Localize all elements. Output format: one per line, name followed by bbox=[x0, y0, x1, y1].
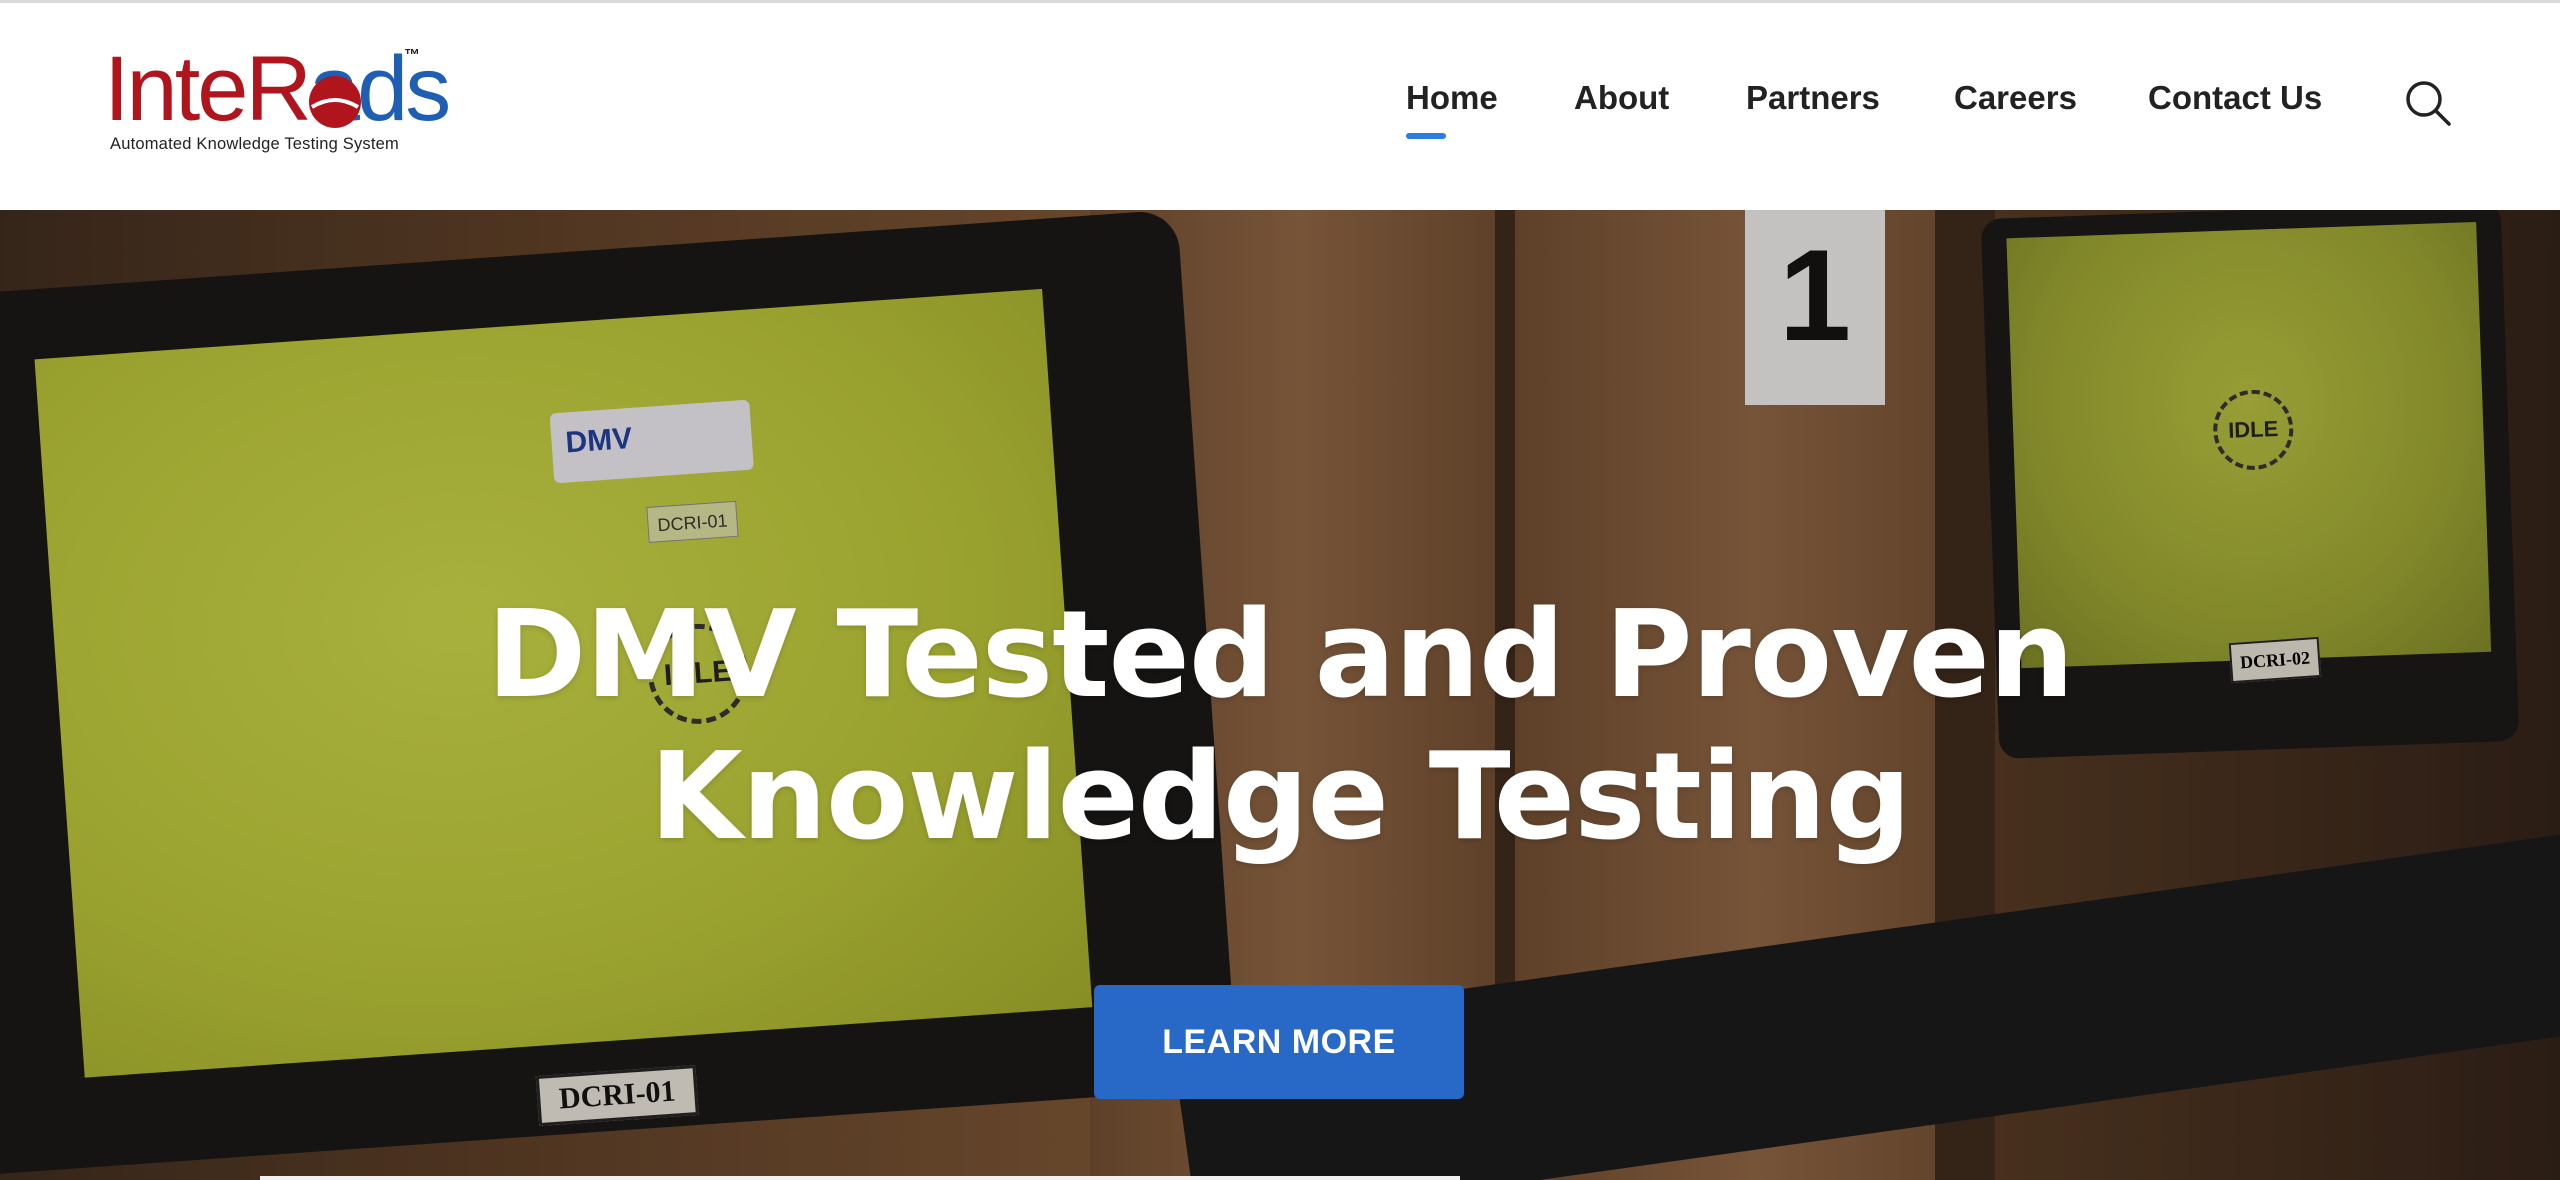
hero-title-line1: DMV Tested and Proven bbox=[486, 586, 2075, 725]
search-icon bbox=[2406, 81, 2451, 126]
site-header: InteRads ™ Automated Knowledge Testing S… bbox=[0, 3, 2560, 210]
nav-contact-us[interactable]: Contact Us bbox=[2148, 79, 2322, 117]
nav-careers[interactable]: Careers bbox=[1954, 79, 2077, 117]
learn-more-button[interactable]: LEARN MORE bbox=[1094, 985, 1464, 1099]
trademark-symbol: ™ bbox=[404, 47, 420, 64]
cricket-ball-icon bbox=[309, 76, 361, 128]
logo-wordmark: InteRads bbox=[104, 38, 451, 140]
hero-title-line2: Knowledge Testing bbox=[649, 728, 1912, 867]
search-button[interactable] bbox=[2404, 79, 2452, 127]
logo-tagline: Automated Knowledge Testing System bbox=[110, 135, 399, 153]
bottom-strip bbox=[260, 1176, 1460, 1180]
nav-partners[interactable]: Partners bbox=[1746, 79, 1880, 117]
site-logo[interactable]: InteRads ™ Automated Knowledge Testing S… bbox=[104, 43, 451, 163]
nav-home[interactable]: Home bbox=[1406, 79, 1498, 139]
hero-banner: 1 IDLE DCRI-02 DMV DCRI-01 IDLE DCRI-01 … bbox=[0, 210, 2560, 1180]
hero-title: DMV Tested and Proven Knowledge Testing bbox=[0, 585, 2560, 869]
nav-about[interactable]: About bbox=[1574, 79, 1669, 117]
